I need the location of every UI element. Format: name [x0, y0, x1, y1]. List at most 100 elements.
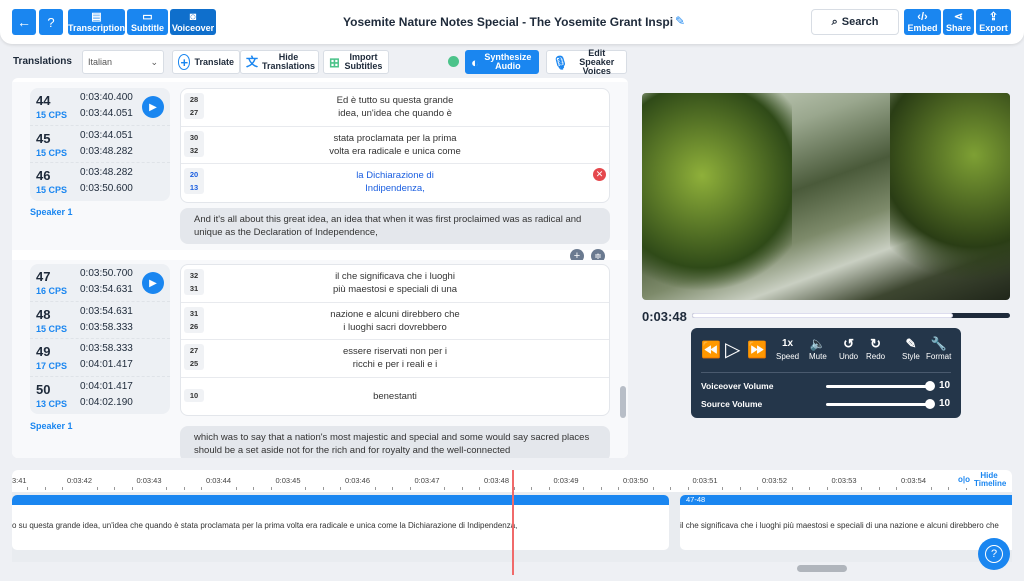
translation-line[interactable]: 32 31 il che significava che i luoghi più m…	[181, 265, 609, 303]
edit-icon[interactable]: ✎	[675, 14, 685, 28]
upload-icon: ⇪	[988, 11, 999, 23]
tick-mark	[392, 487, 394, 490]
video-player[interactable]	[642, 93, 1010, 300]
hide-translations-button[interactable]: 文 Hide Translations	[240, 50, 319, 74]
play-icon[interactable]: ▷	[725, 337, 740, 362]
segment-row[interactable]: 46 15 CPS 0:03:48.282 0:03:50.600	[30, 163, 170, 201]
cps: 15 CPS	[36, 323, 68, 334]
end-time[interactable]: 0:03:48.282	[80, 146, 133, 157]
timeline-tick: 0:03:42	[66, 476, 93, 485]
speed-value: 1x	[782, 338, 794, 349]
playhead[interactable]	[512, 470, 514, 575]
tab-subtitle[interactable]: ▭ Subtitle	[127, 9, 168, 35]
subtitle-icon: ▭	[142, 11, 153, 23]
speed-button[interactable]: 1x Speed	[776, 336, 799, 361]
slider-knob[interactable]	[925, 381, 935, 391]
segment-row[interactable]: 48 15 CPS 0:03:54.631 0:03:58.333	[30, 302, 170, 339]
undo-button[interactable]: ↺ Undo	[839, 336, 858, 361]
start-time[interactable]: 0:03:44.051	[80, 130, 133, 141]
line-2: Indipendenza,	[365, 183, 425, 194]
help-fab[interactable]: ?	[978, 538, 1010, 570]
redo-button[interactable]: ↻ Redo	[866, 336, 885, 361]
style-button[interactable]: ✎ Style	[902, 336, 920, 361]
timeline-tick: 0:03:44	[205, 476, 232, 485]
start-time[interactable]: 0:03:40.400	[80, 92, 133, 103]
start-time[interactable]: 0:03:50.700	[80, 268, 133, 279]
translation-line[interactable]: 10 benestanti	[181, 378, 609, 416]
translation-line[interactable]: 27 25 essere riservati non per i ricchi e p…	[181, 340, 609, 378]
scrollbar[interactable]	[620, 386, 626, 418]
tab-transcription[interactable]: ▤ Transcription	[68, 9, 125, 35]
timeline-clip[interactable]: o su questa grande idea, un'idea che qua…	[12, 495, 669, 550]
segment-row[interactable]: 45 15 CPS 0:03:44.051 0:03:48.282	[30, 126, 170, 163]
source-volume-slider[interactable]	[826, 399, 935, 409]
speaker-label[interactable]: Speaker 1	[30, 421, 73, 431]
timeline[interactable]: 3:41 0:03:42 0:03:43 0:03:44 0:03:45 0:03:46 0…	[12, 470, 1012, 575]
voice-icon: ◐	[471, 54, 479, 70]
translation-line[interactable]: 30 32 stata proclamata per la prima volta e…	[181, 127, 609, 164]
end-time[interactable]: 0:03:54.631	[80, 284, 133, 295]
translation-line-active[interactable]: 20 13 la Dichiarazione di Indipendenza, ✕	[181, 164, 609, 202]
tick-mark	[757, 487, 759, 490]
fast-forward-icon[interactable]: ⏩	[747, 340, 767, 360]
rewind-icon[interactable]: ⏪	[701, 340, 721, 360]
end-time[interactable]: 0:03:44.051	[80, 108, 133, 119]
back-button[interactable]: ←	[12, 9, 36, 35]
help-button[interactable]: ?	[39, 9, 63, 35]
language-select[interactable]: Italian ⌄	[82, 50, 164, 74]
divider	[701, 372, 951, 373]
delete-icon[interactable]: ✕	[593, 168, 606, 181]
format-label: Format	[926, 352, 952, 361]
timeline-tick: 0:03:53	[831, 476, 857, 485]
translation-line[interactable]: 31 26 nazione e alcuni direbbero che i luog…	[181, 303, 609, 340]
search-button[interactable]: ⌕ Search	[811, 9, 899, 35]
timeline-tick: 0:03:51	[692, 476, 718, 485]
progress-bar[interactable]	[692, 313, 1010, 318]
segment-times-card: 44 15 CPS 0:03:40.400 0:03:44.051 ▶ 45 15 CPS…	[30, 88, 170, 201]
start-time[interactable]: 0:03:48.282	[80, 167, 133, 178]
play-icon[interactable]: ▶	[142, 272, 164, 294]
segment-row[interactable]: 47 16 CPS 0:03:50.700 0:03:54.631 ▶	[30, 264, 170, 302]
start-time[interactable]: 0:03:54.631	[80, 306, 133, 317]
play-icon[interactable]: ▶	[142, 96, 164, 118]
voiceover-volume-slider[interactable]	[826, 381, 935, 391]
wrench-icon: 🔧	[930, 336, 947, 351]
tick-mark	[513, 487, 515, 490]
segment-row[interactable]: 49 17 CPS 0:03:58.333 0:04:01.417	[30, 339, 170, 377]
export-button[interactable]: ⇪ Export	[976, 9, 1011, 35]
translation-line[interactable]: 28 27 Ed è tutto su questa grande idea, un'…	[181, 89, 609, 127]
import-label: Import Subtitles	[344, 52, 383, 71]
redo-label: Redo	[866, 352, 886, 361]
line-1: la Dichiarazione di	[356, 170, 434, 181]
end-time[interactable]: 0:04:02.190	[80, 397, 133, 408]
char-count: 32 31	[184, 269, 204, 295]
line-1: il che significava che i luoghi	[335, 271, 455, 282]
embed-button[interactable]: ‹/› Embed	[904, 9, 941, 35]
start-time[interactable]: 0:03:58.333	[80, 343, 133, 354]
tab-voiceover[interactable]: ◙ Voiceover	[170, 9, 216, 35]
header: ← ? ▤ Transcription ▭ Subtitle ◙ Voiceover …	[0, 0, 1024, 44]
mute-button[interactable]: 🔈 Mute	[809, 336, 827, 361]
timeline-tick: 0:03:52	[761, 476, 788, 485]
timeline-clip[interactable]: 47-48 il che significava che i luoghi più…	[680, 495, 1012, 550]
tick-mark	[479, 487, 481, 490]
segment-row[interactable]: 44 15 CPS 0:03:40.400 0:03:44.051 ▶	[30, 88, 170, 126]
segment-row[interactable]: 50 13 CPS 0:04:01.417 0:04:02.190	[30, 377, 170, 415]
project-title[interactable]: Yosemite Nature Notes Special - The Yose…	[343, 15, 673, 29]
hide-timeline-button[interactable]: o|o Hide Timeline	[957, 472, 1006, 488]
end-time[interactable]: 0:03:58.333	[80, 322, 133, 333]
end-time[interactable]: 0:04:01.417	[80, 359, 133, 370]
format-button[interactable]: 🔧 Format	[926, 336, 951, 361]
edit-speaker-voices-button[interactable]: 🎙 Edit Speaker Voices	[546, 48, 627, 75]
share-button[interactable]: ⋖ Share	[943, 9, 974, 35]
end-time[interactable]: 0:03:50.600	[80, 183, 133, 194]
timeline-scrollbar[interactable]	[797, 565, 847, 572]
start-time[interactable]: 0:04:01.417	[80, 381, 133, 392]
speaker-label[interactable]: Speaker 1	[30, 207, 73, 217]
clip-text: o su questa grande idea, un'idea che qua…	[12, 521, 518, 530]
synthesize-audio-button[interactable]: ◐ Synthesize Audio	[465, 50, 539, 74]
import-subtitles-button[interactable]: ⊞ Import Subtitles	[323, 50, 389, 74]
translate-button[interactable]: + Translate	[172, 50, 240, 74]
slider-knob[interactable]	[925, 399, 935, 409]
tick-mark	[461, 487, 463, 490]
